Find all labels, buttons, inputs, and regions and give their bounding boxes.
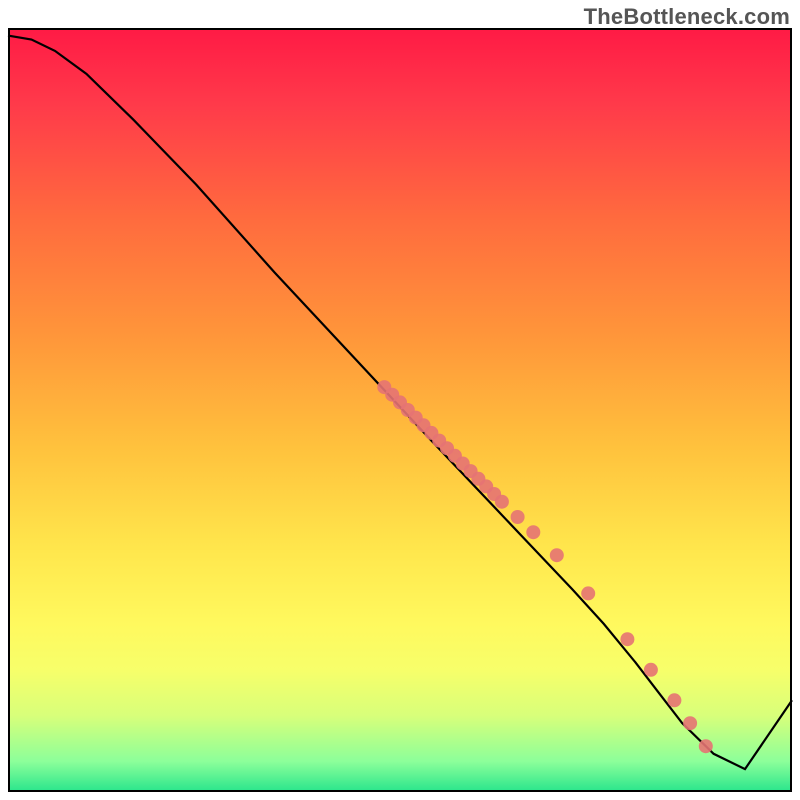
data-point: [581, 586, 595, 600]
chart-svg: [8, 28, 792, 792]
data-point: [699, 739, 713, 753]
data-point: [683, 716, 697, 730]
data-point: [667, 693, 681, 707]
watermark-label: TheBottleneck.com: [584, 4, 790, 30]
data-point: [526, 525, 540, 539]
data-point: [550, 548, 564, 562]
data-point: [495, 495, 509, 509]
chart-frame: TheBottleneck.com: [0, 0, 800, 800]
data-point: [644, 663, 658, 677]
data-point: [511, 510, 525, 524]
data-point: [620, 632, 634, 646]
